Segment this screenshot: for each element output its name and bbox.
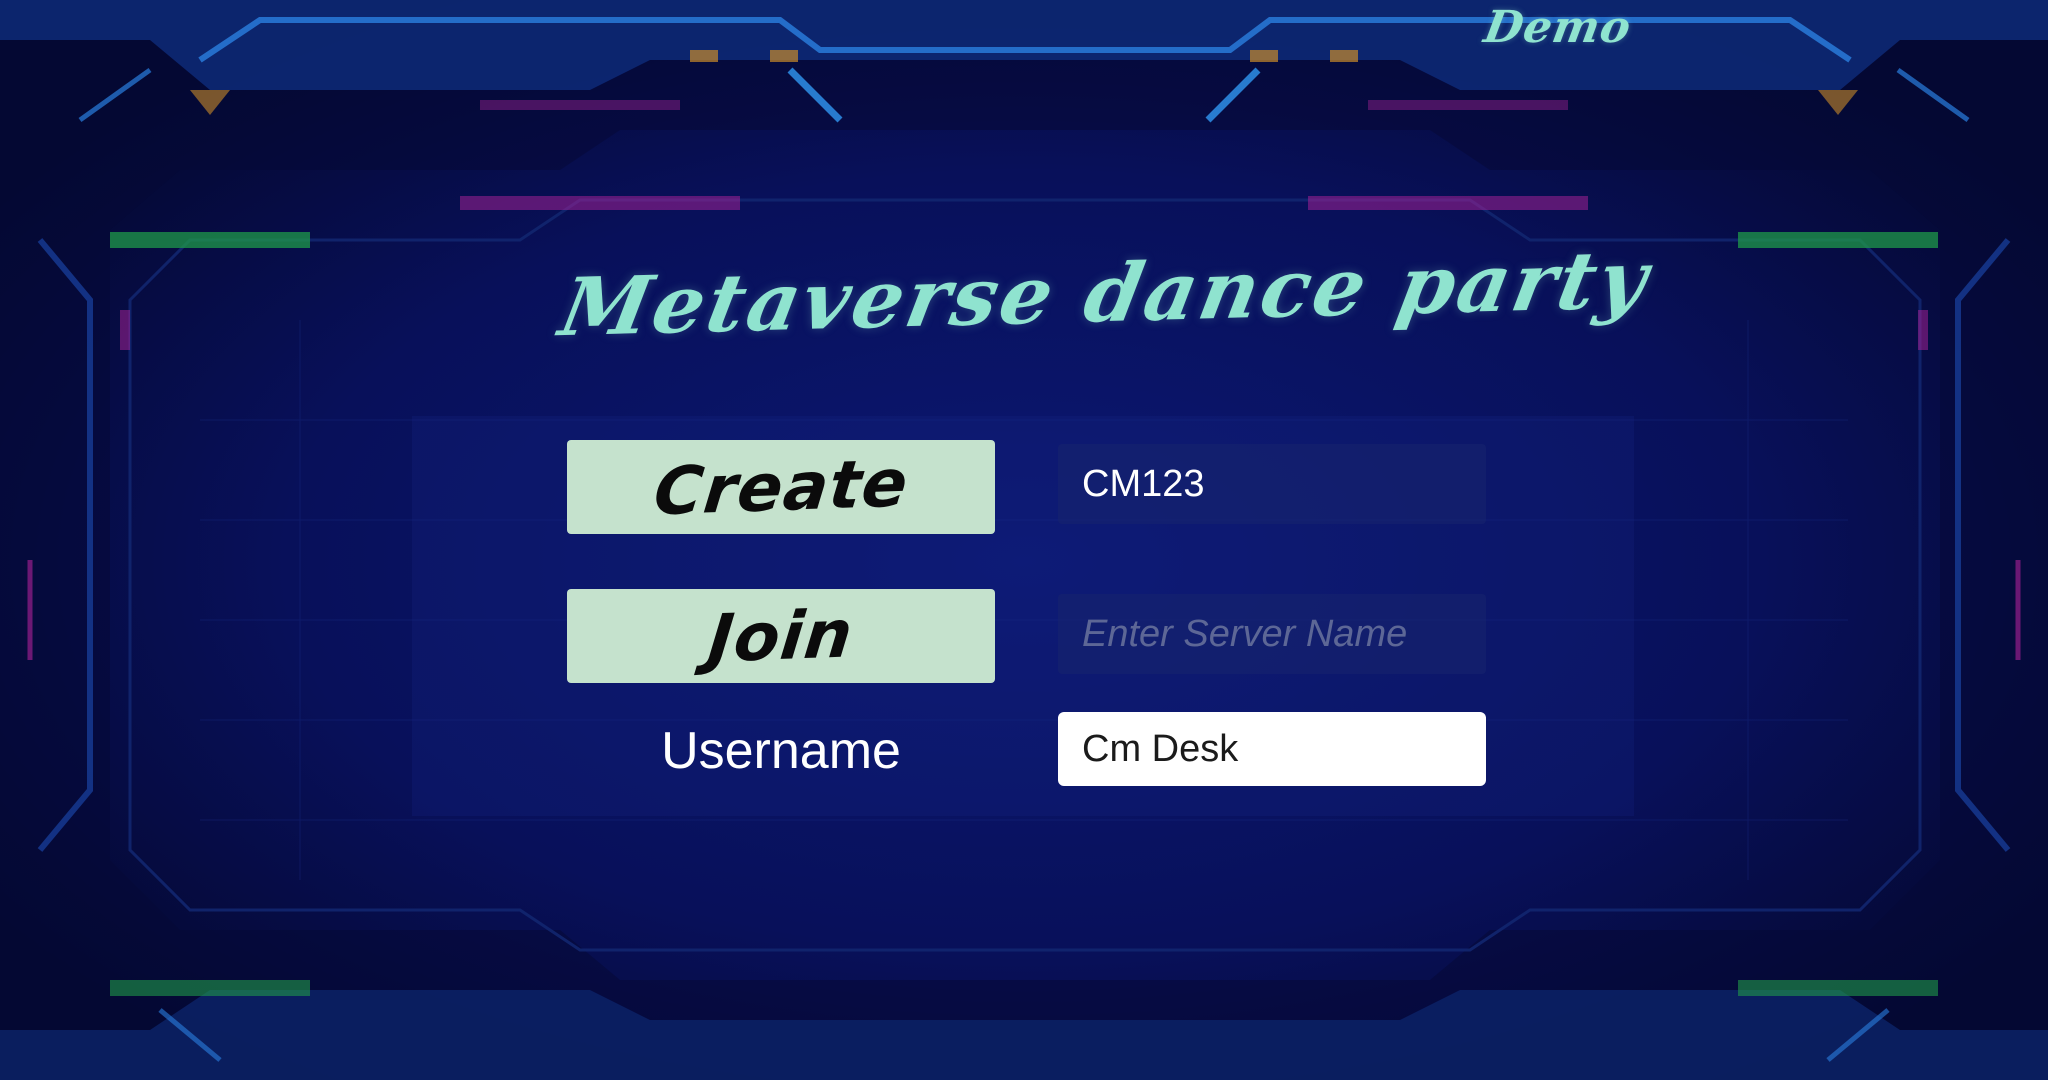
game-title: Metaverse dance party [553, 232, 1658, 355]
create-button[interactable]: Create [567, 440, 995, 534]
username-label: Username [661, 722, 901, 780]
server-name-input[interactable] [1058, 594, 1486, 674]
username-input[interactable] [1058, 712, 1486, 786]
join-button[interactable]: Join [567, 589, 995, 683]
create-button-label: Create [650, 444, 912, 530]
demo-label: Demo [1480, 2, 1636, 53]
join-button-label: Join [704, 595, 858, 677]
room-code-input[interactable] [1058, 444, 1486, 524]
